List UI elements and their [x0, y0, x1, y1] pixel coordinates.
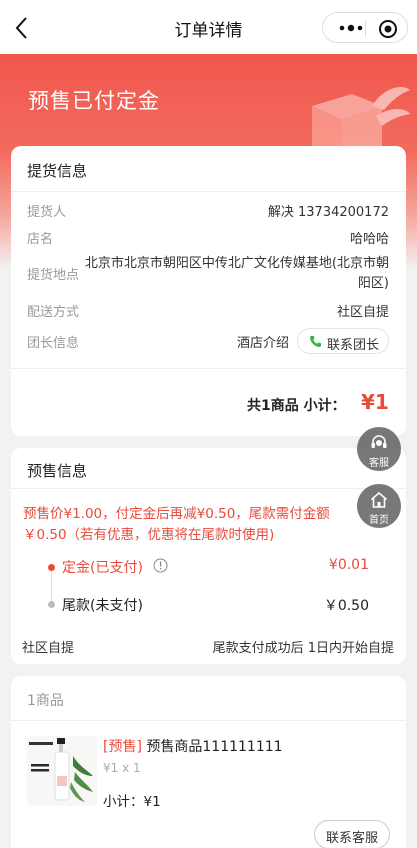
presale-price-note: 预售价¥1.00，付定金后再减¥0.50，尾款需付金额￥0.50（若有优惠，优惠…: [23, 506, 330, 543]
pickup-location-value: 北京市北京市朝阳区中传北广文化传媒基地(北京市朝阳区): [84, 256, 389, 291]
pickup-location-label: 提货地点: [27, 268, 80, 283]
home-icon: [370, 491, 388, 508]
contact-leader-button[interactable]: 联系团长: [297, 328, 389, 354]
goods-count-title: 1商品: [27, 693, 64, 709]
target-circle-icon[interactable]: [378, 19, 398, 39]
product-name-text: 预售商品111111111: [141, 739, 283, 755]
contact-service-label: 联系客服: [325, 831, 378, 846]
contact-leader-label: 联系团长: [327, 338, 380, 353]
timeline-dot-unpaid: [48, 601, 55, 608]
divider: [11, 720, 406, 721]
mini-program-capsule: [322, 12, 408, 43]
presale-info-card: 预售信息 预售价¥1.00，付定金后再减¥0.50，尾款需付金额￥0.50（若有…: [11, 448, 406, 664]
pickup-schedule-text: 尾款支付成功后 1日内开始自提: [212, 641, 394, 656]
home-fab[interactable]: 首页: [357, 484, 401, 528]
pickup-info-card: 提货信息 提货人 解决 13734200172 店名 哈哈哈 提货地点 北京市北…: [11, 146, 406, 436]
divider: [11, 368, 406, 369]
goods-card: 1商品 [预售] 预售商品111111111 ¥1 x 1 小计：¥1 联系客服: [11, 676, 406, 848]
divider: [11, 488, 406, 489]
phone-icon: [310, 336, 321, 347]
delivery-method-value: 社区自提: [336, 305, 389, 320]
order-status-text: 预售已付定金: [28, 89, 160, 113]
presale-card-title: 预售信息: [27, 462, 88, 480]
delivery-method-label: 配送方式: [27, 305, 80, 320]
receiver-value: 解决 13734200172: [267, 205, 389, 220]
more-dots-icon[interactable]: [337, 22, 365, 34]
delivery-method-text: 社区自提: [22, 641, 75, 656]
product-name[interactable]: [预售] 预售商品111111111: [103, 736, 283, 756]
deposit-label: 定金(已支付): [62, 560, 143, 576]
divider: [11, 191, 406, 192]
leader-info-label: 团长信息: [27, 336, 80, 351]
nav-bar: 订单详情: [0, 0, 417, 54]
leader-info-value: 酒店介绍: [236, 336, 289, 351]
pickup-card-title: 提货信息: [27, 162, 88, 180]
customer-service-fab[interactable]: 客服: [357, 427, 401, 471]
contact-service-button[interactable]: 联系客服: [314, 820, 390, 848]
store-name-label: 店名: [27, 232, 54, 247]
deposit-amount: ¥0.01: [328, 557, 369, 573]
summary-total: ¥1: [361, 390, 389, 414]
product-subtotal: 小计：¥1: [103, 794, 161, 810]
presale-tag: [预售]: [103, 739, 142, 755]
summary-label: 共1商品 小计：: [247, 398, 346, 414]
balance-label: 尾款(未支付): [62, 598, 143, 614]
product-price-qty: ¥1 x 1: [103, 761, 141, 775]
headset-icon: [371, 435, 387, 448]
info-circle-icon[interactable]: [153, 558, 168, 573]
home-fab-label: 首页: [369, 515, 389, 526]
receiver-label: 提货人: [27, 205, 67, 220]
customer-service-fab-label: 客服: [369, 458, 389, 469]
timeline-line: [51, 567, 52, 603]
timeline-dot-paid: [48, 564, 55, 571]
capsule-divider: [365, 20, 366, 37]
product-thumbnail[interactable]: [27, 736, 97, 806]
balance-amount: ￥0.50: [323, 598, 369, 614]
store-name-value: 哈哈哈: [349, 232, 389, 247]
